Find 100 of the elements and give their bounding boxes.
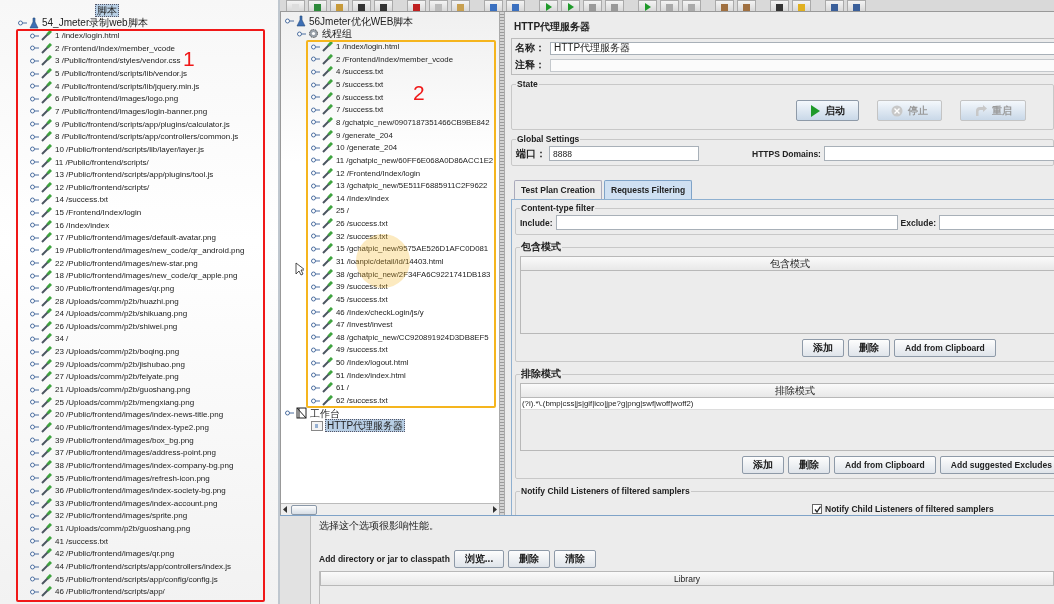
tree-item[interactable]: 4 /Public/frontend/scripts/lib/jquery.min.js bbox=[54, 80, 201, 92]
pattern-button[interactable]: Add from Clipboard bbox=[894, 339, 996, 357]
square-icon[interactable] bbox=[775, 4, 784, 11]
node-handle-icon[interactable] bbox=[30, 537, 39, 546]
node-handle-icon[interactable] bbox=[311, 383, 320, 392]
node-handle-icon[interactable] bbox=[30, 82, 39, 91]
tree-item[interactable]: 3 /Public/frontend/styles/vendor.css bbox=[54, 55, 182, 67]
node-handle-icon[interactable] bbox=[311, 131, 320, 140]
node-handle-icon[interactable] bbox=[311, 55, 320, 64]
node-handle-icon[interactable] bbox=[30, 158, 39, 166]
tree-item[interactable]: 15 /Frontend/Index/login bbox=[54, 207, 143, 219]
node-handle-icon[interactable] bbox=[30, 69, 39, 78]
node-handle-icon[interactable] bbox=[311, 232, 320, 241]
tree-item[interactable]: 38 /Public/frontend/images/index-company-bg.png bbox=[54, 459, 235, 471]
node-handle-icon[interactable] bbox=[311, 93, 320, 102]
node-handle-icon[interactable] bbox=[30, 448, 39, 457]
tree-item[interactable]: 11 /Public/frontend/scripts/ bbox=[54, 156, 150, 168]
square-icon[interactable] bbox=[830, 4, 839, 11]
node-handle-icon[interactable] bbox=[30, 347, 39, 356]
node-handle-icon[interactable] bbox=[30, 436, 39, 445]
classpath-button[interactable]: 清除 bbox=[554, 550, 597, 568]
node-handle-icon[interactable] bbox=[30, 221, 39, 230]
port-field[interactable]: 8888 bbox=[549, 146, 699, 161]
tab[interactable]: Test Plan Creation bbox=[514, 180, 602, 199]
name-field[interactable]: HTTP代理服务器 bbox=[550, 41, 1054, 55]
tab[interactable]: Requests Filtering bbox=[604, 180, 693, 199]
tree-item[interactable]: 44 /Public/frontend/scripts/app/controllers/index.js bbox=[54, 561, 233, 572]
tree-item[interactable]: 2 /Frontend/Index/member_vcode bbox=[54, 42, 177, 54]
node-handle-icon[interactable] bbox=[30, 44, 39, 53]
tree-item[interactable]: 45 /Public/frontend/scripts/app/config/config.js bbox=[54, 573, 219, 585]
node-handle-icon[interactable] bbox=[30, 120, 39, 129]
node-handle-icon[interactable] bbox=[311, 194, 320, 203]
tree-item[interactable]: 42 /Public/frontend/images/qr.png bbox=[54, 548, 176, 560]
node-handle-icon[interactable] bbox=[30, 271, 39, 280]
tree-item[interactable]: 46 /Public/frontend/scripts/app/ bbox=[54, 586, 166, 598]
node-handle-icon[interactable] bbox=[30, 575, 39, 584]
node-handle-icon[interactable] bbox=[30, 170, 39, 179]
node-handle-icon[interactable] bbox=[311, 42, 320, 51]
node-handle-icon[interactable] bbox=[311, 181, 320, 190]
square-icon[interactable] bbox=[357, 4, 366, 11]
tree-item[interactable]: 39 /Public/frontend/images/box_bg.png bbox=[54, 434, 195, 446]
node-handle-icon[interactable] bbox=[30, 334, 39, 343]
node-handle-icon[interactable] bbox=[30, 474, 39, 482]
node-handle-icon[interactable] bbox=[311, 396, 320, 405]
pattern-button[interactable]: 删除 bbox=[848, 339, 890, 357]
tree-item[interactable]: 20 /Public/frontend/images/index-news-title.png bbox=[54, 409, 225, 421]
node-handle-icon[interactable] bbox=[30, 132, 39, 141]
node-handle-icon[interactable] bbox=[311, 295, 320, 304]
node-handle-icon[interactable] bbox=[30, 499, 39, 508]
node-handle-icon[interactable] bbox=[30, 360, 39, 369]
tree-item[interactable]: 14 /success.txt bbox=[54, 194, 109, 206]
node-handle-icon[interactable] bbox=[311, 206, 320, 215]
tree-item[interactable]: 22 /Public/frontend/images/new-star.png bbox=[54, 257, 199, 269]
checkbox[interactable] bbox=[812, 504, 822, 514]
node-handle-icon[interactable] bbox=[30, 31, 39, 40]
node-handle-icon[interactable] bbox=[311, 257, 320, 266]
tree-item[interactable]: 1 /index/login.html bbox=[54, 30, 121, 42]
comment-field[interactable] bbox=[550, 58, 1054, 72]
pattern-button[interactable]: 删除 bbox=[788, 456, 830, 474]
tree-item[interactable]: 29 /Uploads/comm/p2b/jishubao.png bbox=[54, 358, 186, 370]
tree-item[interactable]: 13 /Public/frontend/scripts/app/plugins/tool.js bbox=[54, 169, 215, 181]
tree-item[interactable]: 线程组 bbox=[321, 28, 353, 40]
tree-item[interactable]: 35 /Public/frontend/images/refresh-icon.png bbox=[54, 472, 211, 484]
node-handle-icon[interactable] bbox=[30, 309, 39, 318]
node-handle-icon[interactable] bbox=[311, 358, 320, 367]
tree-item[interactable]: 23 /Uploads/comm/p2b/boqing.png bbox=[54, 346, 181, 358]
include-field[interactable] bbox=[555, 215, 898, 230]
tree-item[interactable]: 26 /Uploads/comm/p2b/shiwei.png bbox=[54, 320, 179, 332]
node-handle-icon[interactable] bbox=[30, 410, 39, 419]
node-handle-icon[interactable] bbox=[30, 524, 39, 533]
node-handle-icon[interactable] bbox=[30, 246, 39, 255]
tree-item[interactable]: 17 /Public/frontend/images/default-avatar.png bbox=[54, 232, 217, 244]
tree-item[interactable]: 56Jmeter优化WEB脚本 bbox=[308, 15, 415, 27]
node-handle-icon[interactable] bbox=[30, 511, 39, 520]
tree-item[interactable]: 19 /Public/frontend/images/new_code/qr_android.png bbox=[54, 245, 246, 256]
node-handle-icon[interactable] bbox=[30, 94, 39, 103]
node-handle-icon[interactable] bbox=[30, 398, 39, 407]
node-handle-icon[interactable] bbox=[297, 29, 306, 38]
https-domains-field[interactable] bbox=[823, 146, 1054, 161]
tree-item[interactable]: 41 /success.txt bbox=[54, 535, 109, 547]
node-handle-icon[interactable] bbox=[30, 284, 39, 293]
node-handle-icon[interactable] bbox=[30, 145, 39, 154]
tree-item[interactable]: 40 /Public/frontend/images/index-type2.png bbox=[54, 421, 210, 433]
tree-item[interactable]: 7 /Public/frontend/images/login-banner.png bbox=[54, 105, 209, 117]
node-handle-icon[interactable] bbox=[311, 282, 320, 291]
tree-item[interactable]: 31 /Uploads/comm/p2b/guoshang.png bbox=[54, 523, 192, 535]
node-handle-icon[interactable] bbox=[30, 587, 39, 596]
square-icon[interactable] bbox=[379, 4, 388, 11]
node-handle-icon[interactable] bbox=[30, 183, 39, 192]
tree-item[interactable]: 12 /Public/frontend/scripts/ bbox=[54, 181, 151, 193]
node-handle-icon[interactable] bbox=[311, 219, 320, 228]
node-handle-icon[interactable] bbox=[311, 308, 320, 317]
tree-item[interactable]: 34 / bbox=[54, 333, 70, 345]
square-icon[interactable] bbox=[852, 4, 861, 11]
node-handle-icon[interactable] bbox=[311, 118, 320, 127]
square-icon[interactable] bbox=[412, 4, 421, 11]
tree-item[interactable]: 25 /Uploads/comm/p2b/mengxiang.png bbox=[54, 396, 196, 408]
node-handle-icon[interactable] bbox=[30, 461, 39, 470]
classpath-button[interactable]: 删除 bbox=[508, 550, 551, 568]
tree-item[interactable]: 21 /Uploads/comm/p2b/guoshang.png bbox=[54, 384, 192, 396]
